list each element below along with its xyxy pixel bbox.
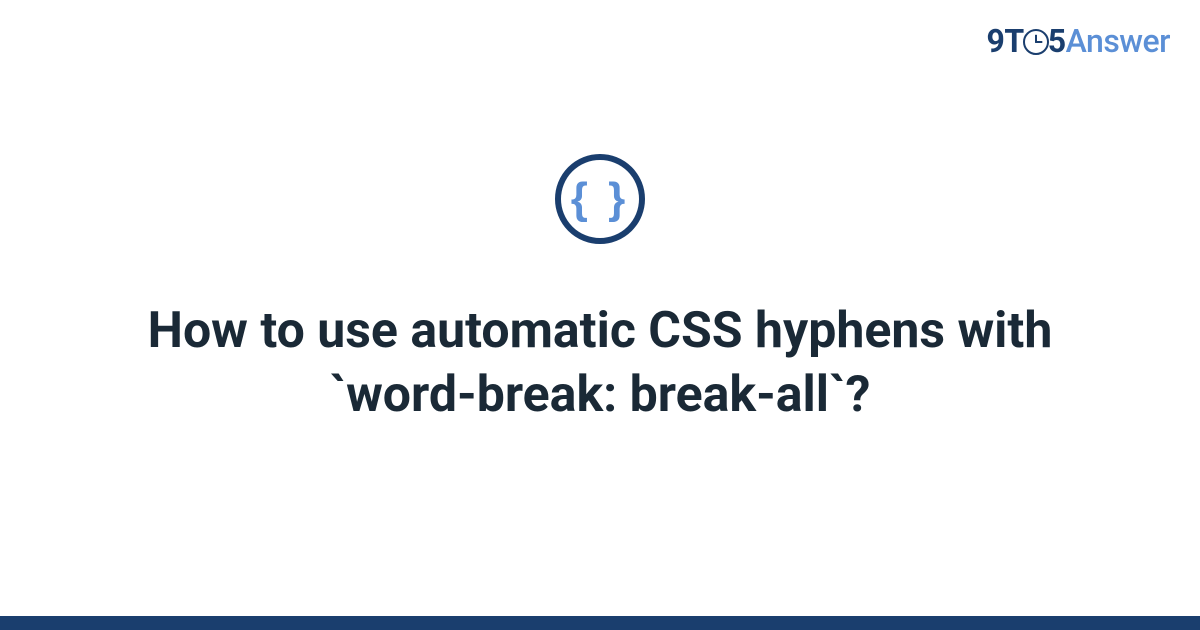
main-content: { } How to use automatic CSS hyphens wit… [0, 0, 1200, 630]
question-title: How to use automatic CSS hyphens with `w… [130, 299, 1070, 427]
css-braces-icon: { } [571, 174, 629, 224]
footer-bar [0, 616, 1200, 630]
category-badge: { } [555, 154, 645, 244]
